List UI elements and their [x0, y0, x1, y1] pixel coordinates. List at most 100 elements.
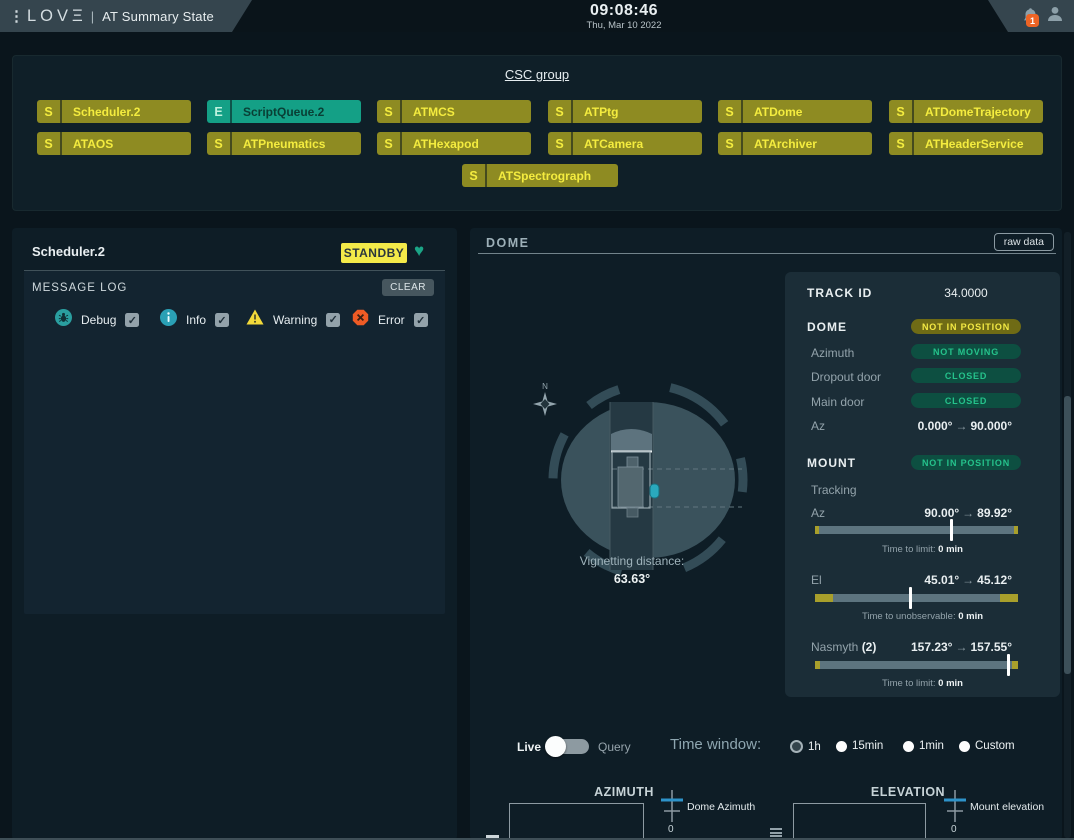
radio-label: Custom [975, 740, 1015, 752]
main-door-badge: CLOSED [911, 393, 1021, 408]
mount-nasmyth-slider [815, 661, 1018, 669]
csc-state-letter: S [548, 100, 573, 123]
warning-checkbox[interactable]: ✓ [326, 313, 340, 327]
clock-time: 09:08:46 [572, 2, 676, 20]
radio[interactable] [836, 741, 847, 752]
notifications-bell-icon[interactable]: 1 [1022, 7, 1039, 25]
dome-az-label: Az [811, 419, 825, 433]
arrow-icon: → [952, 419, 970, 433]
elevation-chart-legend: Mount elevation [942, 790, 1044, 822]
mount-el-value: 45.01°→45.12° [924, 573, 1012, 587]
csc-button-label: ATArchiver [743, 132, 872, 155]
page-title: AT Summary State [102, 9, 214, 24]
azimuth-axis-tick: 0 [668, 824, 674, 835]
csc-state-letter: S [548, 132, 573, 155]
error-checkbox[interactable]: ✓ [414, 313, 428, 327]
filter-error: Error ✓ [352, 309, 428, 331]
limit-zone [815, 661, 820, 669]
azimuth-status-badge: NOT MOVING [911, 344, 1021, 359]
csc-button-atcamera[interactable]: SATCamera [548, 132, 702, 155]
csc-button-atmcs[interactable]: SATMCS [377, 100, 531, 123]
topbar: ⋮ LOVΞ | AT Summary State 09:08:46 Thu, … [0, 0, 1074, 32]
menu-icon[interactable]: ⋮ [9, 7, 19, 25]
filter-label: Debug [81, 313, 116, 327]
csc-button-label: ATDome [743, 100, 872, 123]
arrow-icon: → [959, 573, 977, 587]
csc-button-atdome[interactable]: SATDome [718, 100, 872, 123]
heartbeat-icon: ♥ [414, 241, 424, 261]
csc-state-letter: S [718, 100, 743, 123]
time-window-label: Time window: [670, 736, 761, 753]
csc-button-label: ATHexapod [402, 132, 531, 155]
csc-button-scriptqueue2[interactable]: EScriptQueue.2 [207, 100, 361, 123]
compass-north-label: N [542, 382, 548, 391]
elevation-chart-plot [793, 803, 926, 840]
filter-warning: Warning ✓ [246, 309, 340, 330]
csc-button-atpneumatics[interactable]: SATPneumatics [207, 132, 361, 155]
nasmyth-time-to-limit: Time to limit: 0 min [785, 678, 1060, 689]
live-query-toggle[interactable] [547, 739, 589, 754]
mount-az-slider [815, 526, 1018, 534]
scrollbar-thumb[interactable] [1064, 396, 1071, 674]
csc-state-letter: S [37, 132, 62, 155]
csc-group-title: CSC group [13, 67, 1061, 82]
topbar-left-panel: ⋮ LOVΞ | AT Summary State [0, 0, 252, 32]
time-window-15min[interactable]: 15min [836, 740, 883, 752]
az-position-marker[interactable] [950, 519, 953, 541]
time-window-1min[interactable]: 1min [903, 740, 944, 752]
divider [478, 253, 1056, 254]
dome-section-title: DOME [807, 320, 847, 334]
limit-zone [1000, 594, 1018, 602]
limit-zone [815, 526, 819, 534]
csc-button-atarchiver[interactable]: SATArchiver [718, 132, 872, 155]
csc-button-atdometrajectory[interactable]: SATDomeTrajectory [889, 100, 1043, 123]
csc-button-label: ATMCS [402, 100, 531, 123]
nasmyth-position-marker[interactable] [1007, 654, 1010, 676]
radio-selected[interactable] [790, 740, 803, 753]
csc-button-atheaderservice[interactable]: SATHeaderService [889, 132, 1043, 155]
csc-state-letter: S [889, 132, 914, 155]
dome-az-value: 0.000°→90.000° [918, 419, 1012, 433]
user-icon[interactable] [1046, 5, 1064, 28]
warning-triangle-icon [246, 309, 264, 330]
csc-button-label: ScriptQueue.2 [232, 100, 361, 123]
csc-button-scheduler2[interactable]: SScheduler.2 [37, 100, 191, 123]
el-position-marker[interactable] [909, 587, 912, 609]
elevation-axis-tick: 0 [951, 824, 957, 835]
csc-state-letter: S [377, 132, 402, 155]
filter-label: Info [186, 313, 206, 327]
csc-button-ataos[interactable]: SATAOS [37, 132, 191, 155]
love-logo[interactable]: LOVΞ [27, 7, 87, 26]
radio-label: 15min [852, 740, 883, 752]
csc-button-atspectrograph[interactable]: SATSpectrograph [462, 164, 618, 187]
logo-text: LOV [27, 7, 72, 25]
vignetting-value: 63.63° [532, 572, 732, 586]
radio[interactable] [959, 741, 970, 752]
radio[interactable] [903, 741, 914, 752]
filter-label: Error [378, 313, 405, 327]
notification-count-badge: 1 [1026, 14, 1039, 27]
csc-button-atptg[interactable]: SATPtg [548, 100, 702, 123]
scheduler-state-badge: STANDBY [341, 243, 407, 263]
tracking-label: Tracking [811, 483, 857, 497]
filter-info: Info ✓ [160, 309, 229, 331]
time-window-custom[interactable]: Custom [959, 740, 1015, 752]
csc-button-label: ATPneumatics [232, 132, 361, 155]
clock: 09:08:46 Thu, Mar 10 2022 [572, 2, 676, 31]
debug-checkbox[interactable]: ✓ [125, 313, 139, 327]
info-checkbox[interactable]: ✓ [215, 313, 229, 327]
mount-section-title: MOUNT [807, 456, 856, 470]
csc-button-athexapod[interactable]: SATHexapod [377, 132, 531, 155]
time-window-1h[interactable]: 1h [790, 740, 821, 753]
clear-button[interactable]: CLEAR [382, 279, 434, 296]
live-label: Live [517, 740, 541, 754]
radio-label: 1min [919, 740, 944, 752]
limit-zone [1014, 526, 1018, 534]
vignetting-label: Vignetting distance: [532, 554, 732, 568]
scheduler-title: Scheduler.2 [32, 244, 105, 259]
toggle-knob[interactable] [545, 736, 566, 757]
raw-data-button[interactable]: raw data [994, 233, 1054, 251]
csc-button-label: ATSpectrograph [487, 164, 618, 187]
mount-nasmyth-value: 157.23°→157.55° [911, 640, 1012, 654]
info-icon [160, 309, 177, 331]
